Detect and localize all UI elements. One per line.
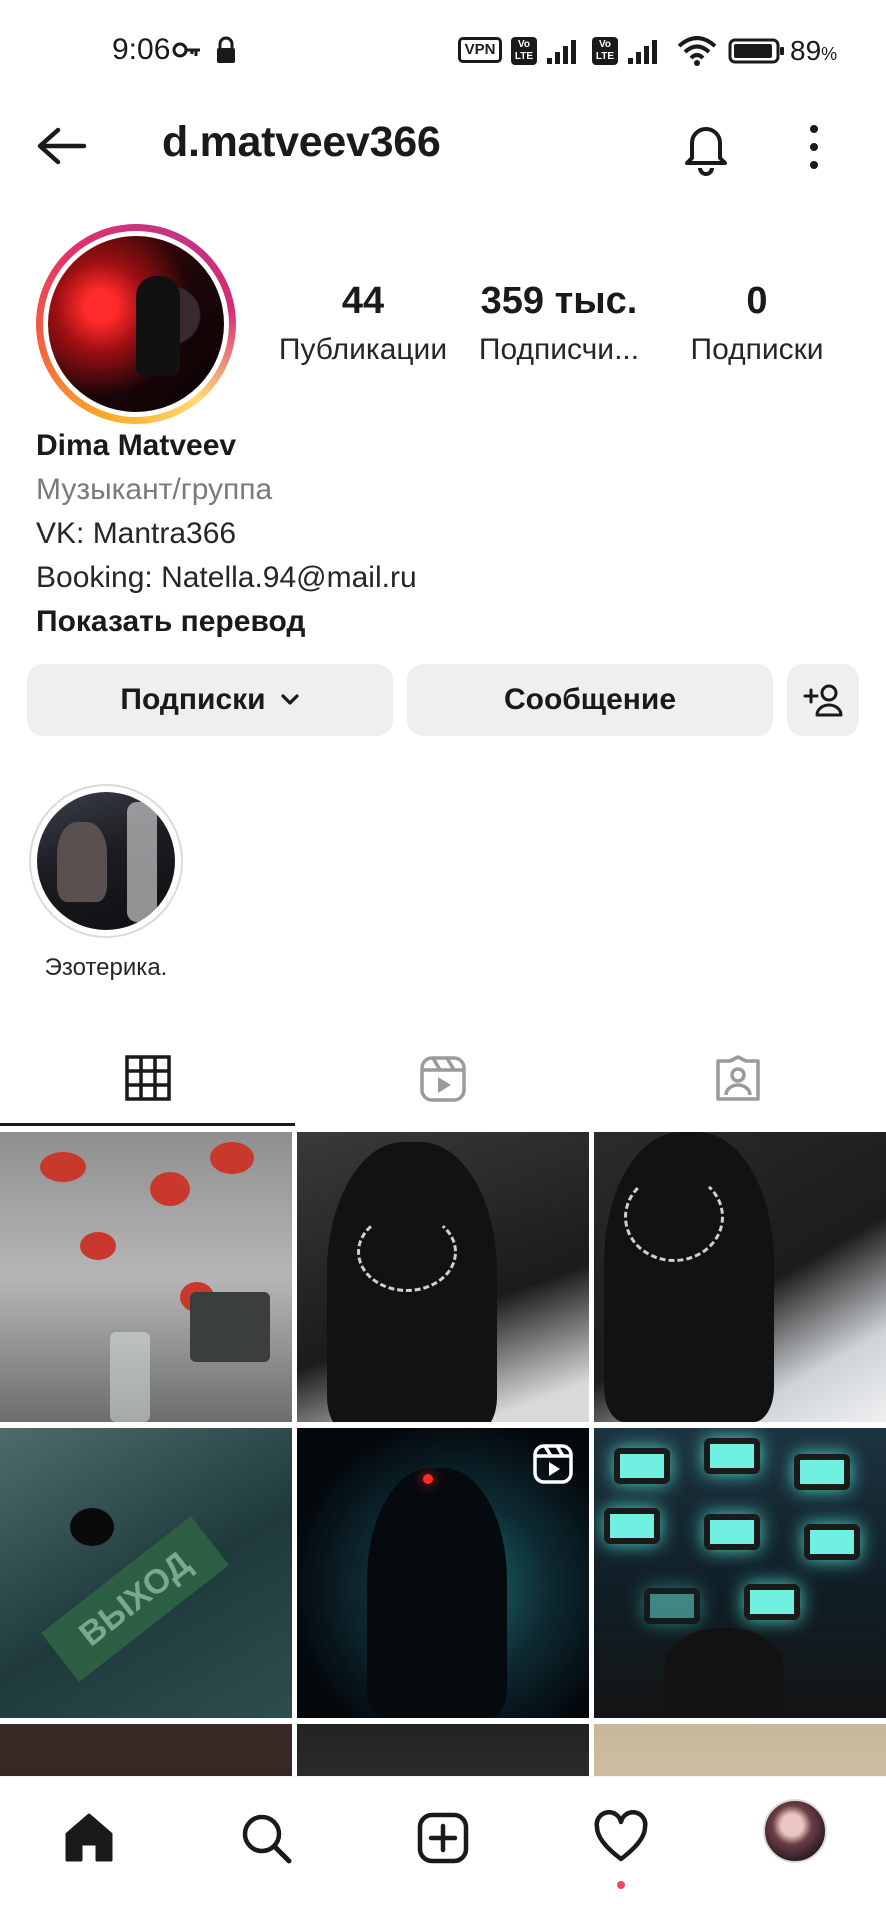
add-person-icon [803, 684, 843, 717]
following-button[interactable]: Подписки [27, 664, 393, 736]
followers-stat[interactable]: 359 тыс. Подписчи... [459, 280, 659, 367]
nav-home[interactable] [54, 1803, 124, 1873]
status-bar: 9:06 VPN Vo LTE Vo LTE 89% [0, 0, 886, 100]
highlight-cover [37, 792, 175, 930]
nav-activity[interactable] [586, 1803, 656, 1873]
nav-search[interactable] [231, 1803, 301, 1873]
followers-count: 359 тыс. [480, 280, 638, 322]
flower-shape [210, 1142, 254, 1174]
chain-shape [357, 1212, 457, 1292]
profile-tabs [0, 1032, 886, 1126]
flower-shape [150, 1172, 190, 1206]
profile-bio: Dima Matveev Музыкант/группа VK: Mantra3… [36, 424, 856, 644]
posts-grid: ВЫХОД [0, 1132, 886, 1777]
following-count: 0 [746, 280, 768, 322]
volte-icon: Vo LTE [511, 37, 537, 65]
message-button[interactable]: Сообщение [407, 664, 773, 736]
lock-icon [217, 36, 235, 63]
person-shape [367, 1468, 507, 1718]
wifi-icon [677, 36, 717, 66]
story-highlight[interactable]: Эзотерика. [27, 784, 185, 982]
post-thumbnail[interactable] [594, 1428, 886, 1718]
reel-badge-icon [533, 1444, 573, 1484]
activity-heart-icon [594, 1810, 648, 1862]
home-icon [65, 1813, 113, 1862]
profile-avatar [48, 236, 224, 412]
tv-shape [794, 1454, 850, 1490]
post-thumbnail[interactable] [297, 1132, 589, 1422]
vpn-badge: VPN [458, 37, 502, 63]
bio-line-booking: Booking: Natella.94@mail.ru [36, 561, 417, 594]
bio-line-vk: VK: Mantra366 [36, 517, 237, 550]
bell-icon[interactable] [678, 118, 734, 176]
create-icon [417, 1812, 469, 1864]
post-thumbnail[interactable] [0, 1724, 292, 1777]
post-thumbnail[interactable]: ВЫХОД [0, 1428, 292, 1718]
avatar-inner [43, 231, 229, 417]
more-options-icon[interactable] [796, 120, 832, 174]
chain-shape [624, 1172, 724, 1262]
reels-icon [419, 1056, 466, 1102]
following-label: Подписки [690, 333, 824, 366]
profile-avatar-story-ring[interactable] [36, 224, 236, 424]
tagged-icon [715, 1055, 760, 1101]
posts-label: Публикации [278, 333, 448, 366]
spider-shape [70, 1508, 114, 1546]
back-arrow-icon[interactable] [34, 122, 90, 170]
vase-shape [110, 1332, 150, 1422]
highlight-label: Эзотерика. [44, 954, 168, 981]
battery-icon [728, 38, 784, 64]
suggested-users-button[interactable] [787, 664, 859, 736]
post-thumbnail[interactable] [297, 1724, 589, 1777]
profile-full-name: Dima Matveev [36, 429, 237, 462]
highlight-ring [29, 784, 183, 938]
tv-shape [704, 1438, 760, 1474]
status-time: 9:06 [112, 33, 171, 66]
nav-profile-avatar[interactable] [763, 1799, 827, 1863]
bottom-navigation [0, 1776, 886, 1920]
posts-count: 44 [341, 280, 385, 322]
flower-shape [40, 1152, 86, 1182]
tv-shape [644, 1588, 700, 1624]
profile-header: d.matveev366 [0, 100, 886, 192]
battery-level: 89% [790, 35, 838, 66]
signal-icon [547, 40, 576, 64]
nav-create[interactable] [408, 1803, 478, 1873]
signal-icon-2 [628, 40, 657, 64]
tv-shape [704, 1514, 760, 1550]
search-icon [242, 1814, 292, 1864]
flower-shape [80, 1232, 116, 1260]
tv-shape [804, 1524, 860, 1560]
reel-thumbnail[interactable] [297, 1428, 589, 1718]
grid-icon [124, 1054, 171, 1101]
posts-stat[interactable]: 44 Публикации [263, 280, 463, 367]
tab-posts-grid[interactable] [0, 1032, 295, 1126]
cigarette-glow [423, 1474, 433, 1484]
post-thumbnail[interactable] [0, 1132, 292, 1422]
volte-icon-2: Vo LTE [592, 37, 618, 65]
profile-actions: Подписки Сообщение [27, 664, 859, 736]
key-icon [172, 42, 200, 58]
exit-sign: ВЫХОД [41, 1516, 229, 1682]
box-shape [190, 1292, 270, 1362]
tab-tagged[interactable] [590, 1032, 885, 1126]
person-shape [664, 1628, 784, 1718]
tv-shape [614, 1448, 670, 1484]
following-button-label: Подписки [120, 683, 266, 716]
show-translation-link[interactable]: Показать перевод [36, 600, 856, 644]
profile-category: Музыкант/группа [36, 473, 273, 506]
post-thumbnail[interactable] [594, 1724, 886, 1777]
activity-notification-dot [617, 1881, 625, 1889]
profile-username: d.matveev366 [162, 118, 441, 166]
tv-shape [604, 1508, 660, 1544]
followers-label: Подписчи... [478, 333, 640, 366]
following-stat[interactable]: 0 Подписки [657, 280, 857, 367]
tv-shape [744, 1584, 800, 1620]
tab-reels[interactable] [295, 1032, 590, 1126]
message-button-label: Сообщение [503, 683, 677, 716]
post-thumbnail[interactable] [594, 1132, 886, 1422]
chevron-down-icon [281, 694, 299, 705]
